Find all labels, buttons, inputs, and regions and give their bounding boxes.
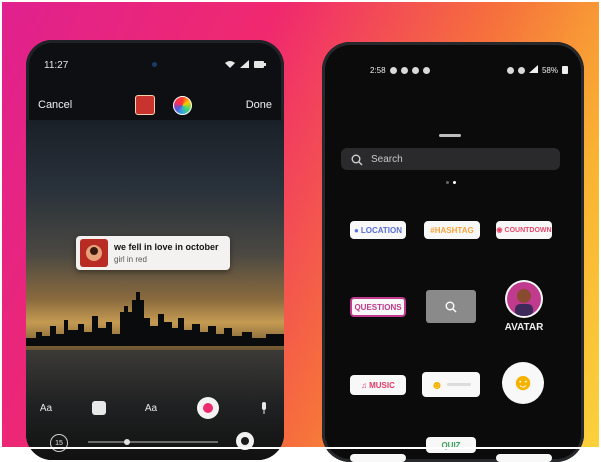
clock-icon: ◉	[496, 227, 503, 234]
text-aa-icon[interactable]: Aa	[36, 398, 56, 418]
scrubber-knob[interactable]	[124, 439, 130, 445]
audio-scrubber[interactable]	[88, 439, 218, 445]
emoji-slider-sticker[interactable]: ☻	[422, 372, 480, 397]
status-time: 11:27	[44, 59, 69, 71]
sticker-search-bar[interactable]: Search	[341, 148, 560, 170]
wifi-icon	[225, 60, 235, 71]
mic-icon[interactable]	[254, 398, 274, 418]
done-button[interactable]: Done	[246, 99, 272, 111]
sticker-peek-right[interactable]	[496, 454, 552, 462]
pin-icon: ●	[353, 225, 359, 235]
song-title: we fell in love in october	[114, 242, 219, 252]
heart-eyes-emoji-icon: ☻	[430, 377, 444, 392]
sticker-peek-left[interactable]	[350, 454, 406, 462]
music-label: MUSIC	[369, 380, 395, 390]
app-icon	[411, 66, 419, 74]
record-pink-icon[interactable]	[196, 397, 219, 419]
countdown-label: COUNTDOWN	[504, 226, 552, 234]
instagram-icon	[422, 66, 430, 74]
page-indicator	[446, 181, 456, 184]
artist-name: girl in red	[114, 255, 147, 264]
sticker-box-icon[interactable]	[91, 401, 106, 415]
countdown-sticker[interactable]: ◉ COUNTDOWN	[496, 221, 552, 239]
status-bar: 2:58 58%	[370, 64, 568, 76]
album-art	[80, 239, 108, 267]
messenger-icon	[400, 66, 408, 74]
hashtag-label: #HASHTAG	[430, 225, 474, 235]
battery-icon	[254, 60, 266, 71]
cancel-button[interactable]: Cancel	[38, 99, 72, 111]
battery-label: 58%	[541, 65, 558, 75]
music-tools-row: Aa Aa	[36, 397, 274, 419]
right-phone: 2:58 58% Search ● LOCATION #HASHTAG ◉ CO…	[322, 42, 584, 462]
editor-top-bar: Cancel Done	[36, 94, 274, 116]
search-placeholder: Search	[371, 153, 403, 165]
front-camera	[152, 62, 157, 67]
signal-icon	[528, 65, 538, 75]
status-time: 2:58	[370, 65, 386, 75]
left-phone: 11:27 Cancel Done we fell in love in oct…	[26, 40, 284, 460]
status-icons	[225, 59, 266, 71]
music-note-icon: ♫	[361, 380, 368, 390]
search-icon	[351, 153, 363, 166]
quiz-label: QUIZ	[441, 440, 461, 450]
music-sticker[interactable]: we fell in love in october girl in red	[76, 236, 230, 270]
lyrics-icon[interactable]: Aa	[141, 398, 161, 418]
clip-controls: 15	[40, 432, 266, 452]
dnd-icon	[517, 66, 525, 74]
page-dot	[446, 181, 449, 184]
heart-eyes-emoji-icon: ☻	[510, 369, 536, 396]
gif-search-sticker[interactable]	[426, 290, 476, 323]
alarm-icon	[506, 66, 514, 74]
whatsapp-icon	[389, 66, 397, 74]
sticker-thumbnail-icon[interactable]	[135, 95, 155, 115]
record-button[interactable]	[236, 432, 254, 450]
questions-label: QUESTIONS	[354, 302, 402, 312]
location-label: LOCATION	[360, 225, 403, 235]
avatar-sticker[interactable]	[507, 282, 541, 316]
sheet-grab-handle[interactable]	[439, 134, 461, 137]
page-dot-active	[453, 181, 456, 184]
location-sticker[interactable]: ● LOCATION	[350, 221, 406, 239]
hashtag-sticker[interactable]: #HASHTAG	[424, 221, 480, 239]
color-wheel-icon[interactable]	[173, 95, 192, 115]
search-icon	[445, 301, 457, 312]
questions-sticker[interactable]: QUESTIONS	[350, 297, 406, 317]
slider-track	[447, 383, 472, 386]
duration-button[interactable]: 15	[50, 434, 68, 452]
city-skyline-silhouette	[26, 292, 284, 346]
signal-icon	[240, 59, 249, 71]
emoji-reaction-sticker[interactable]: ☻	[502, 362, 544, 404]
music-sticker-option[interactable]: ♫ MUSIC	[350, 375, 406, 395]
quiz-sticker[interactable]: QUIZ	[426, 437, 476, 453]
avatar-label: AVATAR	[504, 322, 544, 333]
battery-icon	[562, 65, 568, 76]
